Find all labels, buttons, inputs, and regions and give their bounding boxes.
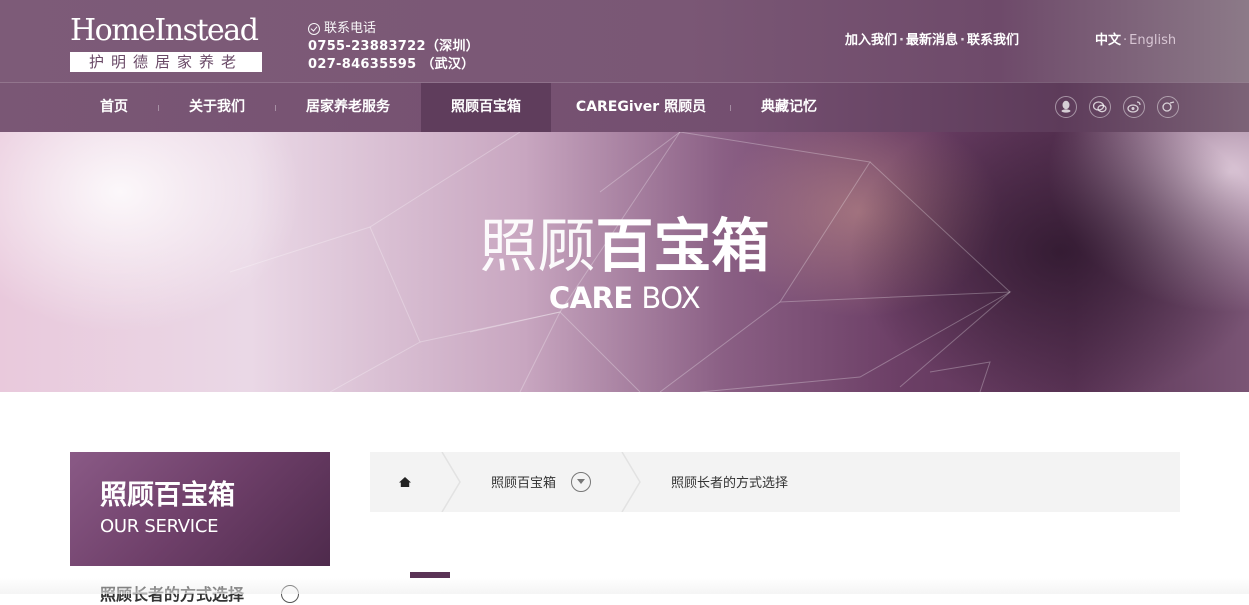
logo-subtitle: 护明德居家养老 <box>70 52 262 72</box>
lang-chinese[interactable]: 中文 <box>1095 33 1121 48</box>
nav-about[interactable]: 关于我们 <box>159 83 275 132</box>
nav-care-box[interactable]: 照顾百宝箱 <box>421 83 551 132</box>
chevron-down-icon[interactable] <box>571 472 591 492</box>
banner-subtitle-bold: CARE <box>548 281 633 315</box>
site-header: HomeInstead 护明德居家养老 联系电话 0755-23883722（深… <box>0 0 1249 82</box>
logo[interactable]: HomeInstead 护明德居家养老 <box>70 4 265 74</box>
link-news[interactable]: 最新消息 <box>906 33 958 48</box>
nav-home[interactable]: 首页 <box>70 83 158 132</box>
phone-shenzhen: 0755-23883722（深圳） <box>308 39 480 54</box>
bottom-fade <box>0 578 1249 594</box>
phone-wuhan: 027-84635595 （武汉） <box>308 57 475 72</box>
breadcrumb-section[interactable]: 照顾百宝箱 <box>491 472 556 491</box>
wechat-icon[interactable] <box>1089 96 1111 118</box>
nav-caregiver[interactable]: CAREGiver 照顾员 <box>552 83 730 132</box>
home-icon[interactable] <box>397 474 413 490</box>
sidebar-title: 照顾百宝箱 <box>100 480 235 511</box>
breadcrumb-separator <box>441 452 461 512</box>
nav-home-care[interactable]: 居家养老服务 <box>276 83 420 132</box>
breadcrumb-current: 照顾长者的方式选择 <box>671 476 789 491</box>
sidebar-subtitle: OUR SERVICE <box>100 516 219 537</box>
link-join-us[interactable]: 加入我们 <box>845 33 897 48</box>
sidebar-header: 照顾百宝箱 OUR SERVICE <box>70 452 330 566</box>
banner-title-light: 照顾 <box>479 212 596 280</box>
contact-label: 联系电话 <box>308 20 479 38</box>
tieba-icon[interactable] <box>1157 96 1179 118</box>
banner-subtitle-light: BOX <box>641 281 701 315</box>
banner-title: 照顾百宝箱 <box>0 214 1249 278</box>
hero-banner: 照顾百宝箱 CARE BOX <box>0 132 1249 392</box>
weibo-icon[interactable] <box>1123 96 1145 118</box>
contact-info: 联系电话 0755-23883722（深圳） 027-84635595 （武汉） <box>308 20 479 74</box>
logo-wordmark: HomeInstead <box>70 13 259 48</box>
lang-english[interactable]: English <box>1129 33 1176 48</box>
link-contact-us[interactable]: 联系我们 <box>967 33 1019 48</box>
banner-subtitle: CARE BOX <box>0 282 1249 314</box>
contact-label-text: 联系电话 <box>324 21 377 36</box>
phone-icon <box>308 23 320 35</box>
main-nav: 首页 关于我们 居家养老服务 照顾百宝箱 CAREGiver 照顾员 典藏记忆 <box>0 82 1249 132</box>
top-links: 加入我们 · 最新消息 · 联系我们 <box>845 33 1019 48</box>
nav-memories[interactable]: 典藏记忆 <box>731 83 847 132</box>
breadcrumb: 照顾百宝箱 照顾长者的方式选择 <box>370 452 1180 512</box>
qq-icon[interactable] <box>1055 96 1077 118</box>
breadcrumb-separator <box>621 452 641 512</box>
banner-title-bold: 百宝箱 <box>595 212 770 280</box>
language-switch: 中文 · English <box>1095 33 1177 48</box>
